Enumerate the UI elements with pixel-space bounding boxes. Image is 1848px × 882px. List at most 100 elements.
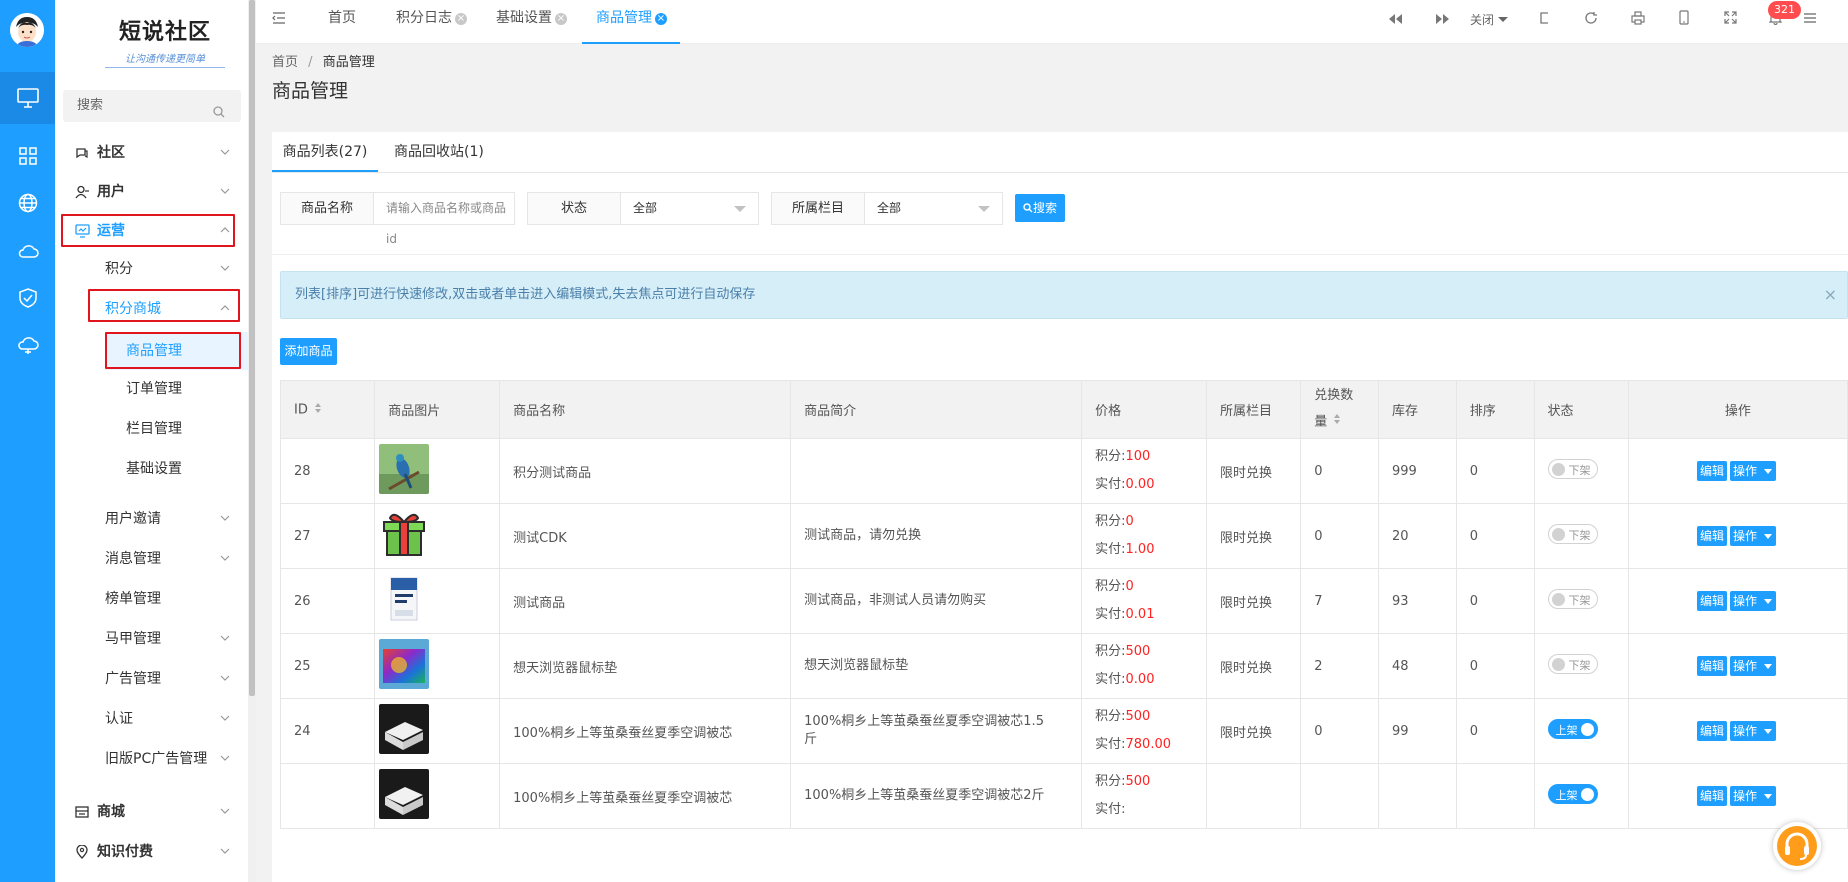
sidebar-item-certification[interactable]: 认证 <box>105 702 230 736</box>
avatar[interactable] <box>10 13 44 47</box>
breadcrumb-home[interactable]: 首页 <box>272 55 298 70</box>
sidebar-item-points[interactable]: 积分 <box>105 252 230 286</box>
edit-button[interactable]: 编辑 <box>1696 656 1727 676</box>
ops-dropdown-button[interactable]: 操作 <box>1729 526 1776 546</box>
close-icon[interactable]: × <box>655 13 667 25</box>
status-toggle[interactable]: 下架 <box>1547 589 1598 609</box>
mobile-icon[interactable] <box>1679 10 1689 29</box>
cell-name: 积分测试商品 <box>499 438 792 504</box>
sidebar-search[interactable]: 搜索 <box>63 90 241 122</box>
desc-text: 斤 <box>804 732 818 747</box>
cell-stock: 93 <box>1378 568 1457 634</box>
edit-button[interactable]: 编辑 <box>1696 591 1727 611</box>
cell-sort[interactable]: 0 <box>1455 698 1535 764</box>
tab-recycle-bin[interactable]: 商品回收站(1) <box>394 132 484 172</box>
sidebar-item-paid-knowledge[interactable]: 知识付费 <box>75 835 230 869</box>
cell-sort[interactable]: 0 <box>1455 633 1535 699</box>
menu-fold-icon[interactable] <box>272 12 286 28</box>
globe-icon[interactable] <box>0 177 55 229</box>
chevron-down-icon <box>220 265 230 271</box>
hamburger-icon[interactable] <box>1804 12 1816 27</box>
edit-button[interactable]: 编辑 <box>1696 786 1727 806</box>
status-select[interactable]: 全部 <box>621 193 758 224</box>
status-toggle[interactable]: 下架 <box>1547 654 1598 674</box>
edit-button[interactable]: 编辑 <box>1696 526 1727 546</box>
cell-sort[interactable] <box>1455 763 1535 829</box>
sort-icon[interactable] <box>1333 409 1341 435</box>
content-area: 首页 / 商品管理 商品管理 商品列表(27) 商品回收站(1) 商品名称 请输… <box>256 44 1848 882</box>
cloud-icon[interactable] <box>0 225 55 277</box>
cell-id: 26 <box>279 568 376 634</box>
ops-label: 操作 <box>1732 789 1757 803</box>
highlight-box <box>88 289 240 322</box>
status-select-value: 全部 <box>633 201 658 215</box>
tab-goods-list[interactable]: 商品列表(27) <box>272 132 378 172</box>
headset-icon[interactable] <box>1773 822 1821 870</box>
status-toggle[interactable]: 下架 <box>1547 459 1598 479</box>
sidebar-item-rankings[interactable]: 榜单管理 <box>105 582 230 616</box>
cell-stock: 48 <box>1378 633 1457 699</box>
exit-icon[interactable] <box>1538 12 1550 28</box>
chevron-down-icon <box>220 715 230 721</box>
sidebar-item-shop[interactable]: 商城 <box>75 795 230 829</box>
search-button[interactable]: 搜索 <box>1015 194 1065 222</box>
sidebar-item-invite[interactable]: 用户邀请 <box>105 502 230 536</box>
header-desc: 商品简介 <box>790 380 1083 439</box>
sort-icon[interactable] <box>314 402 322 418</box>
refresh-icon[interactable] <box>1584 11 1598 29</box>
tab-basic-settings[interactable]: 基础设置 × <box>496 0 567 44</box>
sidebar-item-vest[interactable]: 马甲管理 <box>105 622 230 656</box>
monitor-icon[interactable] <box>0 72 55 124</box>
sidebar-item-community[interactable]: 社区 <box>75 136 230 170</box>
chevron-down-icon <box>220 515 230 521</box>
status-toggle[interactable]: 上架 <box>1547 719 1598 739</box>
status-toggle[interactable]: 上架 <box>1547 784 1598 804</box>
printer-icon[interactable] <box>1631 11 1645 29</box>
cell-sort[interactable]: 0 <box>1455 568 1535 634</box>
header-exchange[interactable]: 兑换数量 <box>1300 380 1379 439</box>
close-icon[interactable]: × <box>1824 272 1837 318</box>
fullscreen-icon[interactable] <box>1724 11 1737 28</box>
sidebar-item-orders[interactable]: 订单管理 <box>126 372 226 406</box>
close-icon[interactable]: × <box>555 13 567 25</box>
sidebar-item-columns[interactable]: 栏目管理 <box>126 412 226 446</box>
cell-sort[interactable]: 0 <box>1455 503 1535 569</box>
edit-button[interactable]: 编辑 <box>1696 721 1727 741</box>
header-id[interactable]: ID <box>279 380 376 439</box>
cloud-sync-icon[interactable] <box>0 320 55 372</box>
header-label: 量 <box>1314 414 1328 430</box>
ops-dropdown-button[interactable]: 操作 <box>1729 591 1776 611</box>
status-toggle[interactable]: 下架 <box>1547 524 1598 544</box>
column-select[interactable]: 全部 <box>865 193 1002 224</box>
grid-icon[interactable] <box>0 130 55 182</box>
tab-home[interactable]: 首页 <box>328 0 356 44</box>
sidebar-item-users[interactable]: 用户 <box>75 175 230 209</box>
ops-dropdown-button[interactable]: 操作 <box>1729 786 1776 806</box>
goods-name-input[interactable]: 请输入商品名称或商品id <box>374 193 514 246</box>
sidebar-scrollbar[interactable] <box>248 0 256 882</box>
scrollbar-thumb[interactable] <box>249 0 255 696</box>
sidebar-item-ads[interactable]: 广告管理 <box>105 662 230 696</box>
cell-exchange: 0 <box>1300 438 1379 504</box>
sidebar-item-old-pc-ads[interactable]: 旧版PC广告管理 <box>105 742 230 776</box>
sidebar-item-messages[interactable]: 消息管理 <box>105 542 230 576</box>
edit-button[interactable]: 编辑 <box>1696 461 1727 481</box>
add-goods-button[interactable]: 添加商品 <box>280 338 337 365</box>
goods-thumbnail <box>379 574 430 628</box>
cell-status: 下架 <box>1533 438 1629 504</box>
chevron-down-icon <box>220 188 230 194</box>
forward-icon[interactable] <box>1436 13 1449 28</box>
close-menu[interactable]: 关闭 <box>1470 11 1508 28</box>
close-icon[interactable]: × <box>455 13 467 25</box>
rewind-icon[interactable] <box>1389 13 1402 28</box>
ops-dropdown-button[interactable]: 操作 <box>1729 721 1776 741</box>
cell-desc: 100%桐乡上等茧桑蚕丝夏季空调被芯1.5 斤 <box>790 698 1083 764</box>
cell-stock: 999 <box>1378 438 1457 504</box>
shield-check-icon[interactable] <box>0 272 55 324</box>
tab-points-log[interactable]: 积分日志 × <box>396 0 467 44</box>
sidebar-item-basic-settings[interactable]: 基础设置 <box>126 452 226 486</box>
cell-sort[interactable]: 0 <box>1455 438 1535 504</box>
ops-dropdown-button[interactable]: 操作 <box>1729 656 1776 676</box>
ops-dropdown-button[interactable]: 操作 <box>1729 461 1776 481</box>
tab-goods-manage[interactable]: 商品管理 × <box>582 0 680 44</box>
